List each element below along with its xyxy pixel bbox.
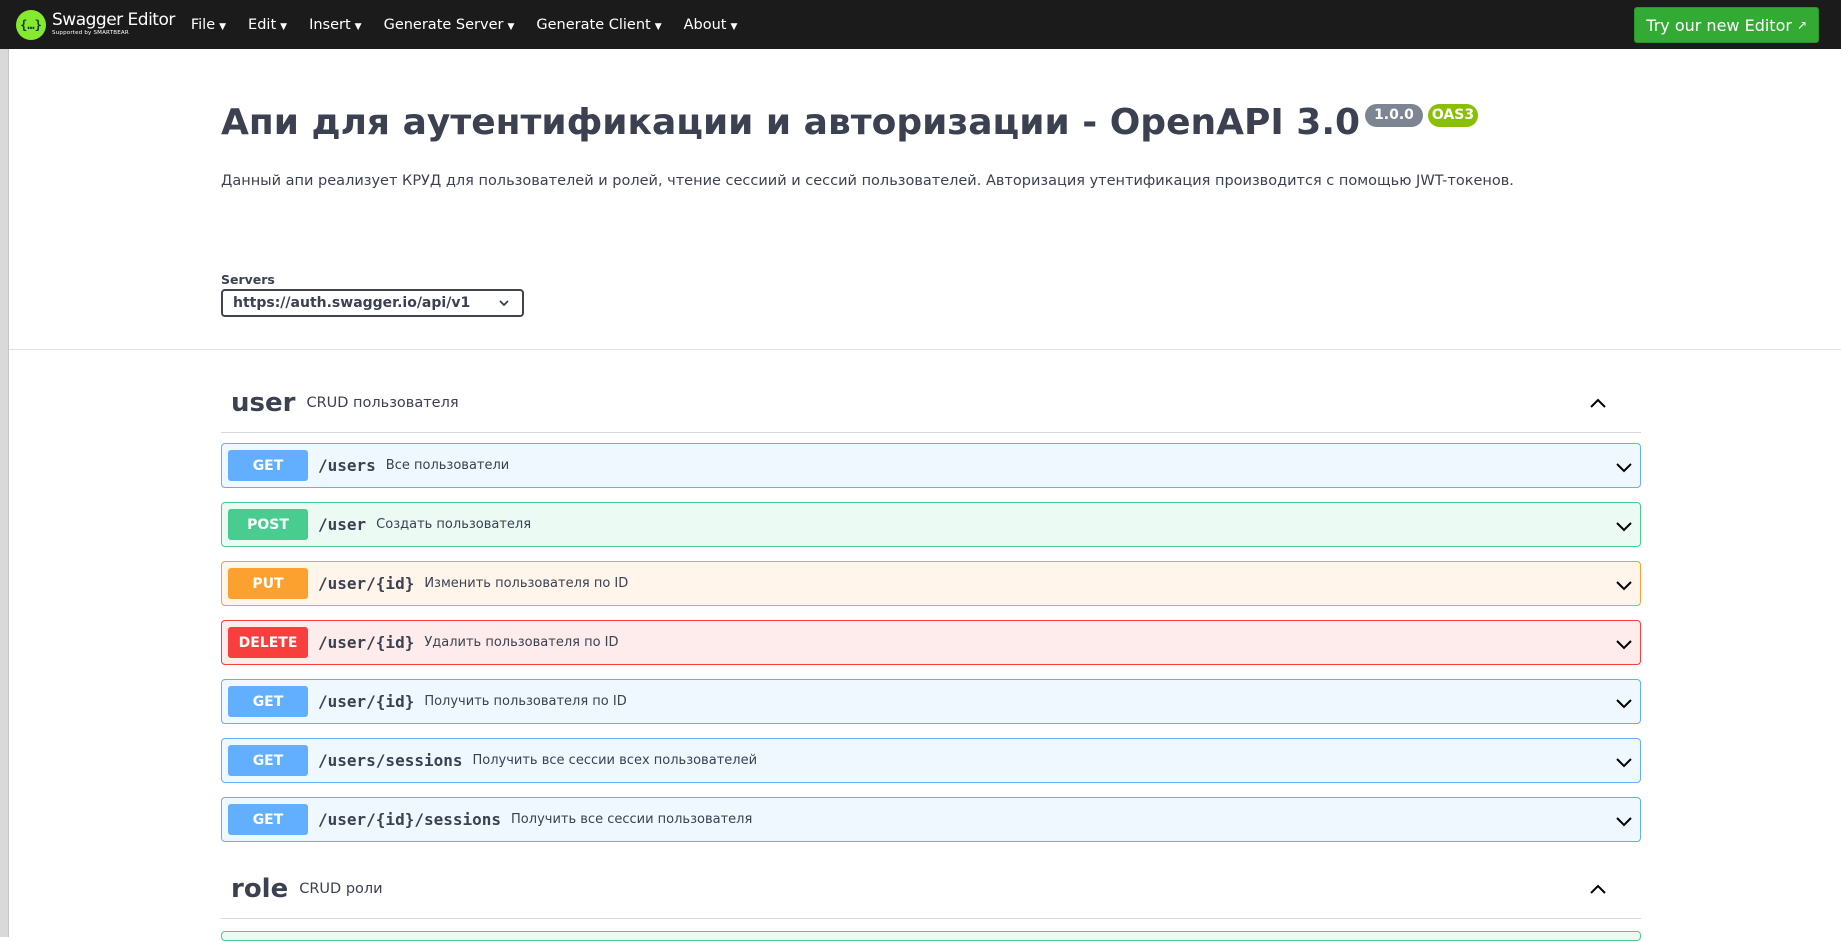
operation-path: /users <box>318 456 376 475</box>
menu-insert[interactable]: Insert ▼ <box>309 17 362 33</box>
method-badge: GET <box>228 450 308 481</box>
logo-text: Swagger Editor Supported by SMARTBEAR <box>52 12 175 37</box>
caret-down-icon: ▼ <box>354 21 362 32</box>
operation-summary: Получить все сессии всех пользователей <box>472 753 758 768</box>
operation-get-user-id[interactable]: GET /user/{id} Получить пользователя по … <box>221 679 1641 724</box>
logo-title: Swagger Editor <box>52 10 175 31</box>
operation-summary: Все пользователи <box>385 458 510 473</box>
operation-summary: Удалить пользователя по ID <box>424 635 619 650</box>
swagger-logo-icon: {…} <box>16 9 46 40</box>
operation-put-user-id[interactable]: PUT /user/{id} Изменить пользователя по … <box>221 561 1641 606</box>
chevron-down-icon[interactable] <box>1614 752 1634 772</box>
swagger-logo[interactable]: {…} Swagger Editor Supported by SMARTBEA… <box>16 9 175 40</box>
operation-path: /user <box>318 515 367 534</box>
menu-edit[interactable]: Edit ▼ <box>248 17 287 33</box>
menu-bar: File ▼ Edit ▼ Insert ▼ Generate Server ▼ Gen… <box>191 17 760 33</box>
chevron-down-icon[interactable] <box>1614 457 1634 477</box>
chevron-down-icon <box>498 297 510 312</box>
menu-about-label: About <box>683 16 727 33</box>
menu-generate-server-label: Generate Server <box>383 16 504 33</box>
caret-down-icon: ▼ <box>654 21 662 32</box>
tag-name: role <box>231 874 289 904</box>
menu-file[interactable]: File ▼ <box>191 17 226 33</box>
operation-get-users[interactable]: GET /users Все пользователи <box>221 443 1641 488</box>
api-title: Апи для аутентификации и авторизации - O… <box>221 102 1361 143</box>
topbar: {…} Swagger Editor Supported by SMARTBEA… <box>0 0 1841 49</box>
operation-post-user[interactable]: POST /user Создать пользователя <box>221 502 1641 547</box>
method-badge: POST <box>228 509 308 540</box>
chevron-down-icon[interactable] <box>1614 575 1634 595</box>
servers-select[interactable]: https://auth.swagger.io/api/v1 <box>221 289 524 317</box>
menu-file-label: File <box>190 16 216 33</box>
caret-down-icon: ▼ <box>280 21 288 32</box>
tag-user[interactable]: user CRUD пользователя <box>221 374 1641 433</box>
logo-subtitle: Supported by SMARTBEAR <box>52 30 129 37</box>
operation-summary: Создать пользователя <box>376 517 532 532</box>
tag-name: user <box>231 388 296 418</box>
operation-get-users-sessions[interactable]: GET /users/sessions Получить все сессии … <box>221 738 1641 783</box>
chevron-down-icon[interactable] <box>1614 516 1634 536</box>
version-badge: 1.0.0 <box>1365 104 1423 127</box>
editor-splitter[interactable] <box>0 49 9 937</box>
oas3-badge: OAS3 <box>1428 104 1478 127</box>
operation-path: /user/{id} <box>318 692 415 711</box>
method-badge: GET <box>228 686 308 717</box>
menu-edit-label: Edit <box>248 16 277 33</box>
try-new-editor-label: Try our new Editor <box>1646 15 1792 35</box>
tag-description: CRUD роли <box>299 881 383 897</box>
operation-summary: Изменить пользователя по ID <box>424 576 629 591</box>
operation-summary: Получить все сессии пользователя <box>511 812 753 827</box>
servers-label: Servers <box>221 272 275 287</box>
menu-generate-client[interactable]: Generate Client ▼ <box>536 17 661 33</box>
chevron-down-icon[interactable] <box>1614 634 1634 654</box>
caret-down-icon: ▼ <box>219 21 227 32</box>
caret-down-icon: ▼ <box>507 21 515 32</box>
operation-delete-user-id[interactable]: DELETE /user/{id} Удалить пользователя п… <box>221 620 1641 665</box>
method-badge: GET <box>228 745 308 776</box>
tag-role[interactable]: role CRUD роли <box>221 860 1641 919</box>
tag-description: CRUD пользователя <box>306 395 459 411</box>
operation-path: /user/{id}/sessions <box>318 810 502 829</box>
operation-partial[interactable] <box>221 931 1641 941</box>
method-badge: PUT <box>228 568 308 599</box>
chevron-up-icon[interactable] <box>1588 879 1608 899</box>
method-badge: GET <box>228 804 308 835</box>
api-description: Данный апи реализует КРУД для пользовате… <box>221 173 1514 189</box>
menu-generate-server[interactable]: Generate Server ▼ <box>384 17 515 33</box>
operation-get-user-id-sessions[interactable]: GET /user/{id}/sessions Получить все сес… <box>221 797 1641 842</box>
try-new-editor-button[interactable]: Try our new Editor ↗ <box>1634 7 1819 43</box>
external-link-icon: ↗ <box>1796 18 1807 32</box>
chevron-down-icon[interactable] <box>1614 693 1634 713</box>
servers-selected-value: https://auth.swagger.io/api/v1 <box>233 295 471 311</box>
operation-path: /user/{id} <box>318 574 415 593</box>
chevron-up-icon[interactable] <box>1588 393 1608 413</box>
operation-path: /users/sessions <box>318 751 463 770</box>
menu-generate-client-label: Generate Client <box>536 16 651 33</box>
caret-down-icon: ▼ <box>730 21 738 32</box>
menu-insert-label: Insert <box>309 16 351 33</box>
section-divider <box>9 349 1841 350</box>
menu-about[interactable]: About ▼ <box>684 17 738 33</box>
operation-path: /user/{id} <box>318 633 415 652</box>
chevron-down-icon[interactable] <box>1614 811 1634 831</box>
method-badge: DELETE <box>228 627 308 658</box>
operation-summary: Получить пользователя по ID <box>424 694 627 709</box>
